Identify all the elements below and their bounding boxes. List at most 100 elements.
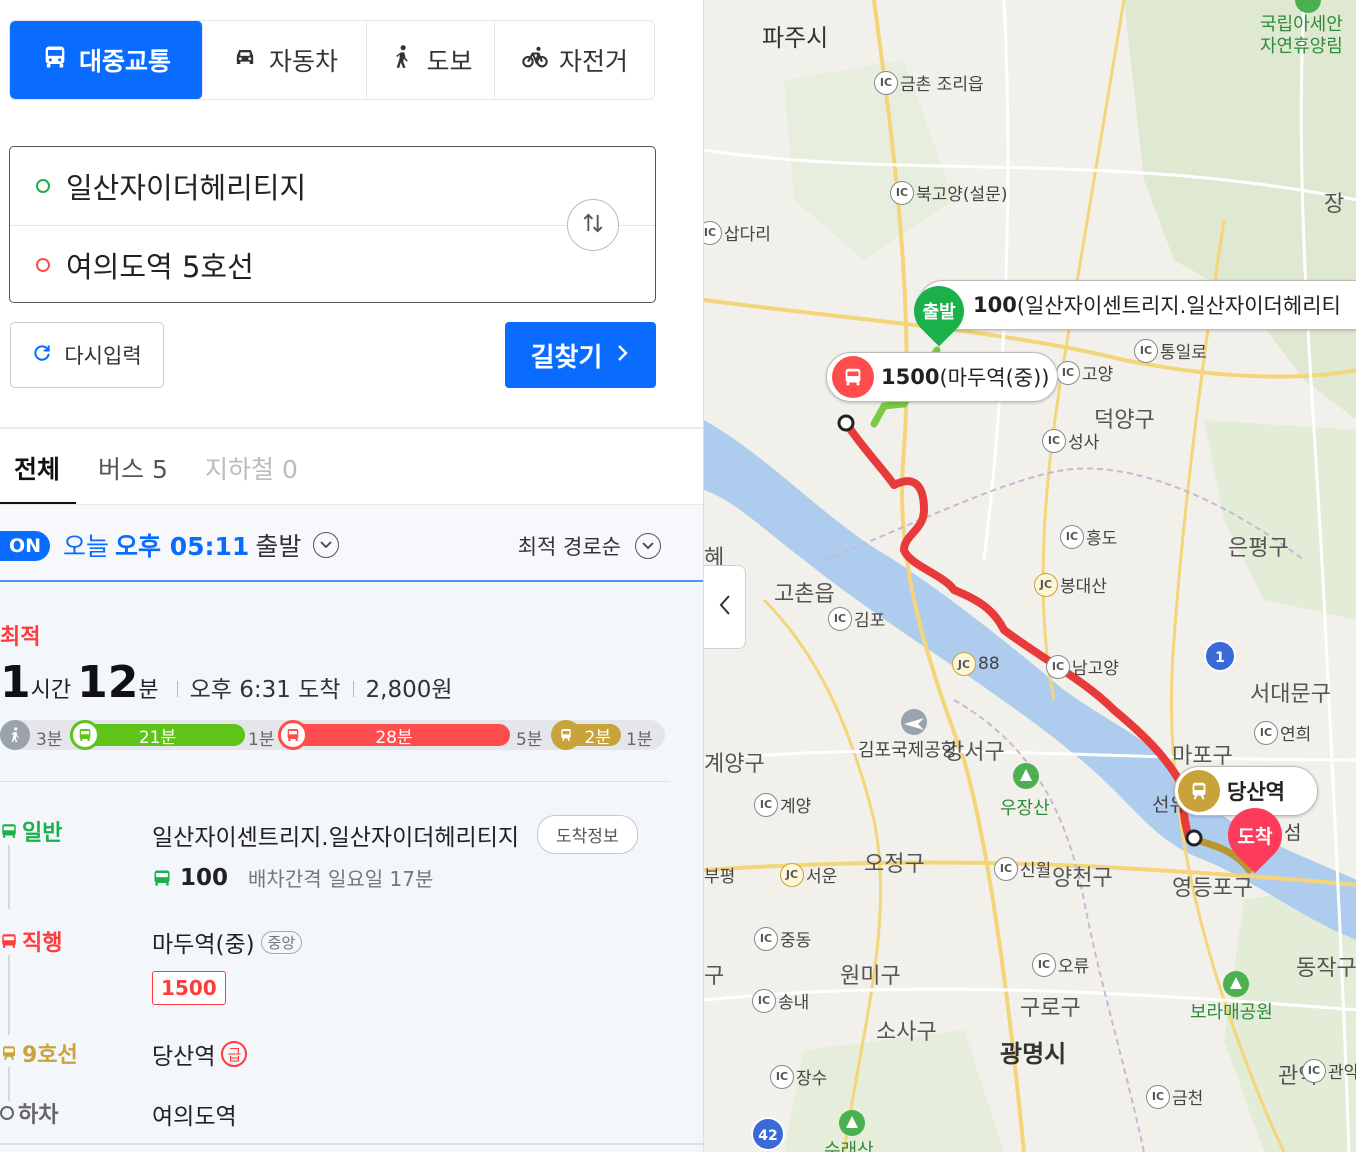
- sort-selector[interactable]: 최적 경로순: [518, 531, 661, 561]
- bus-icon: [278, 720, 308, 750]
- walk-icon: [388, 43, 416, 77]
- ic-icon: IC: [1046, 654, 1070, 679]
- depart-time: 오후 05:11: [115, 532, 250, 561]
- place-airport: 김포국제공항: [858, 740, 958, 761]
- start-pin-label: 출발: [922, 302, 956, 323]
- ic-icon: IC: [828, 606, 852, 631]
- subway-icon: [551, 720, 581, 750]
- collapse-panel-button[interactable]: [704, 565, 746, 649]
- bus-icon: [2, 934, 16, 948]
- tab-all[interactable]: 전체: [14, 450, 60, 486]
- chevron-left-icon: [718, 593, 732, 621]
- destination-field[interactable]: 여의도역 5호선: [10, 225, 655, 303]
- arrival-info-button[interactable]: 도착정보: [537, 815, 638, 854]
- bus-route-label: 100: [180, 864, 229, 891]
- tab-bus[interactable]: 버스 5: [98, 450, 168, 486]
- stop-name: 여의도역: [152, 1097, 237, 1131]
- stop-name-label: 여의도역: [152, 1104, 237, 1130]
- chevron-right-icon: [616, 340, 630, 370]
- mode-walk-button[interactable]: 도보: [367, 21, 495, 99]
- ic-bukgoyang: IC 북고양(설문): [890, 180, 1007, 205]
- place-sura: 수래산: [824, 1140, 874, 1152]
- map-view[interactable]: 1 42 파주시 덕양구 은평구 고촌읍 서대문구 마포구 강서구 오정구 양천…: [703, 0, 1356, 1152]
- departure-time-selector[interactable]: 오늘 오후 05:11 출발: [63, 527, 340, 563]
- walk-icon: [0, 720, 30, 750]
- place-paju: 파주시: [762, 24, 829, 52]
- stop-name-label: 마두역(중): [152, 932, 255, 958]
- result-tabs: 전체 버스 5 지하철 0: [0, 430, 703, 505]
- jc-icon: JC: [952, 652, 976, 676]
- stop-name: 마두역(중) 중앙: [152, 925, 303, 959]
- stop-name-label: 당산역: [152, 1044, 216, 1070]
- ic-icon: IC: [1302, 1058, 1326, 1083]
- ic-icon: IC: [1032, 952, 1056, 977]
- find-route-label: 길찾기: [530, 342, 603, 373]
- origin-value: 일산자이더헤리티지: [66, 171, 307, 205]
- car-icon: [231, 43, 259, 77]
- subway-icon: [1178, 770, 1220, 812]
- stop-name: 당산역 급: [152, 1037, 248, 1071]
- ic-heungdo: IC 흥도: [1060, 524, 1117, 549]
- destination-dot-icon: [36, 257, 50, 272]
- bus-interval: 배차간격 일요일 17분: [248, 867, 434, 891]
- ic-icon: IC: [1254, 720, 1278, 745]
- step-kind-label: 하차: [18, 1103, 59, 1128]
- ic-namgoyang: IC 남고양: [1046, 654, 1119, 679]
- subway-icon: [3, 1046, 15, 1061]
- ic-icon: IC: [1146, 1084, 1170, 1109]
- ic-icon: IC: [704, 220, 722, 245]
- callout-route-number: 100: [973, 293, 1017, 317]
- mode-car-button[interactable]: 자동차: [203, 21, 367, 99]
- destination-pin-label: 도착: [1237, 825, 1273, 848]
- step-kind-label: 9호선: [22, 1043, 78, 1068]
- callout-route-number: 1500: [881, 365, 940, 389]
- segment-walk-2: 5분: [516, 730, 543, 750]
- place-dongjak: 동작구: [1296, 956, 1356, 981]
- bus-route-number[interactable]: 1500: [152, 971, 226, 1005]
- jc-icon: JC: [1034, 572, 1058, 597]
- ic-icon: IC: [874, 70, 898, 95]
- bus-route-number[interactable]: 100 배차간격 일요일 17분: [152, 863, 433, 892]
- ic-icon: IC: [1042, 428, 1066, 453]
- ic-sapdari: IC 삽다리: [704, 220, 771, 245]
- origin-field[interactable]: 일산자이더헤리티지: [10, 147, 655, 225]
- place-boramae: 보라매공원: [1190, 1002, 1273, 1023]
- bus-icon: [70, 720, 100, 750]
- ic-icon: IC: [754, 792, 778, 817]
- reset-button[interactable]: 다시입력: [10, 322, 164, 388]
- divider: [0, 427, 703, 429]
- step-kind-label: 일반: [22, 821, 63, 846]
- destination-value: 여의도역 5호선: [66, 249, 254, 284]
- ic-geumcheon: IC 금천: [1146, 1084, 1203, 1109]
- arrival-time: 오후 6:31 도착: [189, 677, 341, 703]
- place-yeongdeungpo: 영등포구: [1172, 876, 1253, 901]
- place-jang: 장: [1324, 192, 1345, 217]
- ic-icon: IC: [754, 926, 778, 951]
- separator: [352, 681, 354, 697]
- find-route-button[interactable]: 길찾기: [505, 322, 656, 388]
- mode-transit-button[interactable]: 대중교통: [10, 21, 203, 99]
- callout-stop-name: (일산자이센트리지.일산자이더헤리티: [1016, 294, 1341, 318]
- end-dot-icon: [0, 1106, 14, 1120]
- mode-bicycle-button[interactable]: 자전거: [495, 21, 654, 99]
- sort-label: 최적 경로순: [517, 535, 621, 559]
- route-result-card[interactable]: 최적 1 시간 12 분 오후 6:31 도착 2,800원 3분 21분 1분…: [0, 583, 703, 1152]
- ic-jangsu: IC 장수: [770, 1064, 827, 1089]
- step-kind: 일반: [0, 815, 62, 847]
- step-kind: 하차: [0, 1097, 58, 1129]
- reset-label: 다시입력: [64, 344, 142, 368]
- place-bupyeong: 부평: [704, 867, 736, 887]
- place-gu-fragment: 구: [704, 964, 725, 989]
- swap-button[interactable]: [567, 199, 619, 251]
- mode-car-label: 자동차: [268, 47, 338, 76]
- start-stop-callout[interactable]: 100 (일산자이센트리지.일산자이더헤리티: [918, 280, 1356, 330]
- ic-seongsa: IC 성사: [1042, 428, 1099, 453]
- ic-goyang: IC 고양: [1056, 360, 1113, 385]
- on-badge[interactable]: ON: [0, 531, 51, 561]
- tab-subway[interactable]: 지하철 0: [205, 450, 298, 486]
- divider: [0, 1143, 703, 1145]
- ic-jungdong: IC 중동: [754, 926, 811, 951]
- ic-gwanak: IC관악: [1302, 1058, 1356, 1083]
- step-kind-label: 직행: [22, 931, 63, 956]
- bus-icon: [154, 870, 170, 885]
